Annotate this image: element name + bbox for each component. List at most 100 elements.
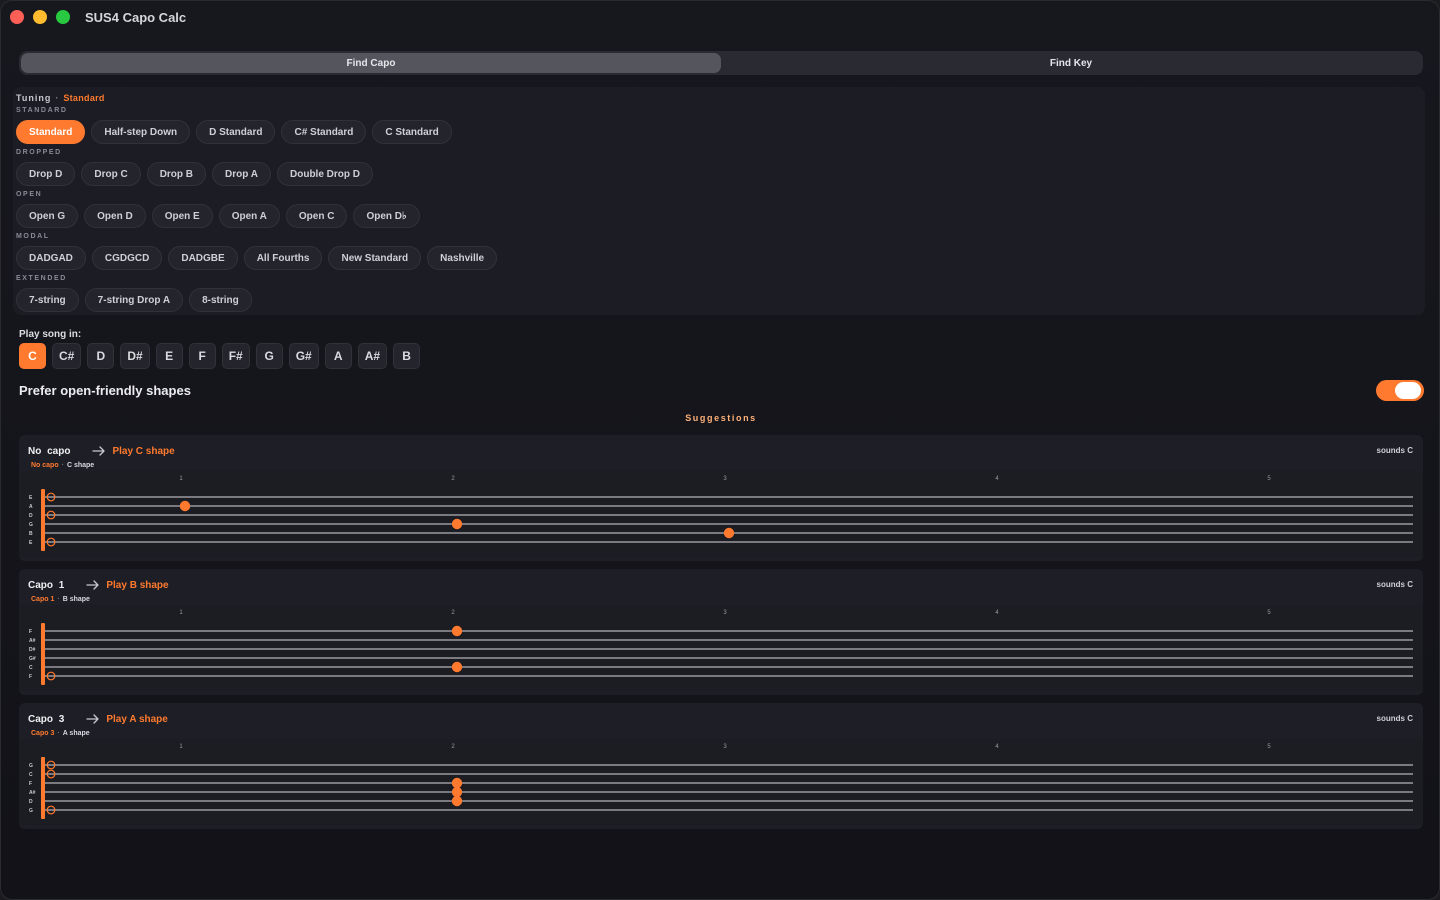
tuning-chip-half-step-down[interactable]: Half-step Down (91, 120, 191, 144)
capo-label: Capo 1 (31, 596, 55, 603)
fretted-note (451, 625, 463, 637)
string-name: C (29, 772, 33, 778)
suggestion-card[interactable]: Capo 1 Play B shape sounds C Capo 1 · B shape… (19, 569, 1423, 695)
prefer-open-toggle[interactable] (1376, 380, 1424, 401)
tuning-chip-c-standard[interactable]: C Standard (372, 120, 452, 144)
suggestion-card[interactable]: No capo Play C shape sounds C No capo · C sha… (19, 435, 1423, 561)
tuning-chip-drop-a[interactable]: Drop A (212, 162, 271, 186)
play-shape-label: Play A shape (106, 713, 168, 725)
tuning-group-label: OPEN (16, 191, 43, 198)
card-header: No capo Play C shape (28, 444, 175, 458)
card-header: Capo 3 Play A shape (28, 712, 168, 726)
tuning-chip-cgdgcd[interactable]: CGDGCD (91, 246, 163, 270)
zoom-window-button[interactable] (56, 10, 70, 24)
string-name: F (29, 629, 32, 635)
nut (41, 623, 45, 685)
card-subtitle: No capo · C shape (31, 462, 94, 469)
tuning-chip-new-standard[interactable]: New Standard (328, 246, 422, 270)
key-button-d-sharp[interactable]: D# (120, 343, 150, 369)
card-subtitle: Capo 1 · B shape (31, 596, 90, 603)
tuning-chip-open-d[interactable]: Open D (84, 204, 146, 228)
subtitle-separator: · (57, 596, 60, 603)
tuning-header-separator: · (55, 93, 60, 103)
tuning-chip-dadgad[interactable]: DADGAD (16, 246, 86, 270)
tuning-chip-row: Open G Open D Open E Open A Open C Open D♭ (16, 204, 1422, 228)
subtitle-separator: · (57, 730, 60, 737)
tuning-chip-d-standard[interactable]: D Standard (196, 120, 276, 144)
fretboard-diagram: 1 2 3 4 5EADGBE (19, 471, 1423, 557)
string-name: A (29, 504, 33, 510)
tuning-group-label: EXTENDED (16, 275, 67, 282)
tuning-chip-open-e[interactable]: Open E (151, 204, 213, 228)
tab-find-key[interactable]: Find Key (721, 53, 1421, 73)
string-name: G# (29, 656, 36, 662)
tuning-chip-drop-c[interactable]: Drop C (81, 162, 141, 186)
string-name: D (29, 513, 33, 519)
play-shape-label: Play B shape (106, 579, 169, 591)
sounds-label: sounds C (1376, 580, 1413, 589)
tuning-chip-row: Drop D Drop C Drop B Drop A Double Drop D (16, 162, 1422, 186)
tuning-chip-row: DADGAD CGDGCD DADGBE All Fourths New Standar… (16, 246, 1422, 270)
fretted-note (723, 527, 735, 539)
tuning-chip-drop-d[interactable]: Drop D (16, 162, 76, 186)
key-button-g-sharp[interactable]: G# (288, 343, 319, 369)
tuning-chip-open-c[interactable]: Open C (285, 204, 348, 228)
sounds-label: sounds C (1376, 714, 1413, 723)
minimize-window-button[interactable] (33, 10, 47, 24)
tuning-chip-7-string-drop-a[interactable]: 7-string Drop A (84, 288, 184, 312)
suggestion-card[interactable]: Capo 3 Play A shape sounds C Capo 3 · A shape… (19, 703, 1423, 829)
tuning-chip-row: Standard Half-step Down D Standard C# Stand… (16, 120, 1422, 144)
card-title: Capo 3 (28, 713, 65, 725)
tuning-chip-open-g[interactable]: Open G (16, 204, 79, 228)
arrow-right-icon (86, 714, 99, 724)
tuning-chip-double-drop-d[interactable]: Double Drop D (277, 162, 373, 186)
key-button-g[interactable]: G (255, 343, 283, 369)
fretboard-diagram: 1 2 3 4 5FA#D#G#CF (19, 605, 1423, 691)
key-button-a-sharp[interactable]: A# (357, 343, 388, 369)
arrow-right-icon (86, 580, 99, 590)
nut (41, 489, 45, 551)
tuning-chip-8-string[interactable]: 8-string (189, 288, 252, 312)
shape-label: B shape (62, 596, 90, 603)
suggestions-heading: Suggestions (685, 413, 757, 423)
card-header: Capo 1 Play B shape (28, 578, 169, 592)
sounds-label: sounds C (1376, 446, 1413, 455)
tuning-chip-open-d[interactable]: Open D♭ (353, 204, 420, 228)
key-button-f-sharp[interactable]: F# (221, 343, 250, 369)
string-name: A# (29, 790, 36, 796)
tuning-chip-7-string[interactable]: 7-string (16, 288, 79, 312)
key-button-f[interactable]: F (188, 343, 216, 369)
tuning-chip-dadgbe[interactable]: DADGBE (168, 246, 238, 270)
key-button-a[interactable]: A (324, 343, 352, 369)
tuning-chip-c-standard[interactable]: C# Standard (281, 120, 367, 144)
tuning-chip-drop-b[interactable]: Drop B (146, 162, 207, 186)
tuning-chip-nashville[interactable]: Nashville (427, 246, 498, 270)
arrow-right-icon (92, 446, 106, 456)
card-title: Capo 1 (28, 579, 65, 591)
string-name: G (29, 808, 33, 814)
key-selector: C C# D D# E F F# G G# A A# B (19, 343, 421, 369)
tuning-chip-row: 7-string 7-string Drop A 8-string (16, 288, 1422, 312)
subtitle-separator: · (61, 462, 64, 469)
key-button-b[interactable]: B (393, 343, 421, 369)
close-window-button[interactable] (10, 10, 24, 24)
toggle-knob (1395, 382, 1421, 399)
titlebar: SUS4 Capo Calc (1, 1, 1439, 35)
key-button-d[interactable]: D (87, 343, 115, 369)
key-button-c[interactable]: C (19, 343, 46, 369)
key-button-e[interactable]: E (155, 343, 183, 369)
tab-find-capo[interactable]: Find Capo (21, 53, 721, 73)
capo-label: Capo 3 (31, 730, 55, 737)
nut (41, 757, 45, 819)
key-button-c-sharp[interactable]: C# (52, 343, 82, 369)
tuning-chip-standard[interactable]: Standard (16, 120, 86, 144)
tuning-chip-all-fourths[interactable]: All Fourths (243, 246, 323, 270)
fretted-note (451, 795, 463, 807)
fretted-note (451, 777, 463, 789)
fretboard-diagram: 1 2 3 4 5GCFA#DG (19, 739, 1423, 825)
fretted-note (451, 518, 463, 530)
capo-label: No capo (31, 462, 59, 469)
tuning-chip-open-a[interactable]: Open A (218, 204, 280, 228)
fretted-note (179, 500, 191, 512)
tuning-panel: Tuning · Standard STANDARD Standard Half-s… (13, 87, 1425, 315)
